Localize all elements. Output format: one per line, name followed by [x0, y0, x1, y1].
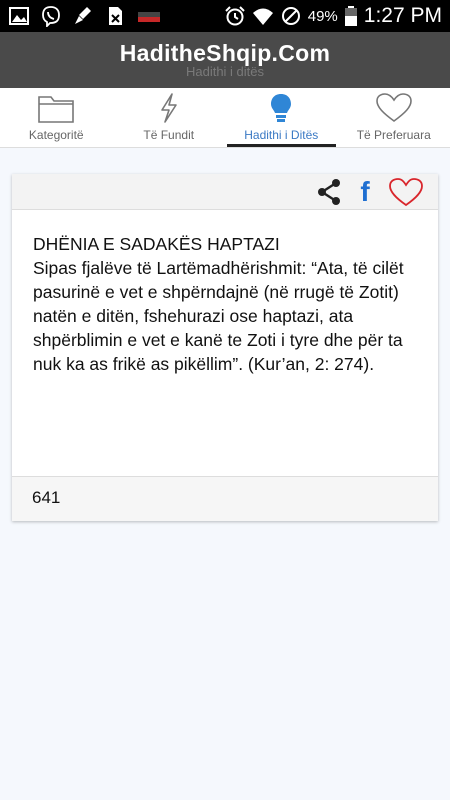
app-title: HaditheShqip.Com [119, 40, 331, 66]
tab-te-fundit[interactable]: Të Fundit [113, 88, 226, 147]
tab-label: Hadithi i Ditës [244, 128, 319, 142]
card-actions: f [316, 177, 424, 207]
share-icon[interactable] [316, 178, 342, 206]
tab-label: Të Fundit [143, 128, 195, 142]
status-bar: 49% 1:27 PM [0, 0, 450, 32]
blocked-icon [281, 7, 300, 25]
tab-label: Të Preferuara [356, 128, 431, 142]
clock: 1:27 PM [363, 4, 442, 27]
hadith-text: Sipas fjalëve të Lartëmadhërishmit: “Ata… [33, 258, 404, 374]
tab-bar: Kategoritë Të Fundit Hadithi i Ditës Të … [0, 88, 450, 148]
hadith-title: DHËNIA E SADAKËS HAPTAZI [33, 234, 280, 254]
tab-hadithi-i-dites[interactable]: Hadithi i Ditës [225, 88, 338, 147]
folder-icon [38, 96, 75, 123]
card-body: DHËNIA E SADAKËS HAPTAZI Sipas fjalëve t… [12, 210, 438, 476]
heart-icon[interactable] [388, 177, 424, 207]
lightning-icon [160, 93, 177, 123]
status-right: 49% 1:27 PM [224, 4, 442, 28]
alarm-icon [225, 6, 245, 26]
cleaner-icon [75, 7, 91, 24]
status-left-icons [8, 5, 162, 27]
sim-icon [109, 7, 122, 25]
wifi-icon [252, 8, 273, 25]
tab-te-preferuara[interactable]: Të Preferuara [338, 88, 450, 147]
facebook-icon[interactable]: f [356, 177, 374, 207]
tab-label: Kategoritë [28, 128, 84, 142]
card-toolbar: f [12, 174, 438, 210]
app-header: HaditheShqip.Com Hadithi i ditës [0, 32, 450, 88]
battery-icon [344, 6, 357, 26]
battery-percent: 49% [307, 7, 338, 25]
tab-kategorite[interactable]: Kategoritë [0, 88, 113, 147]
lightbulb-icon [271, 94, 292, 122]
viber-icon [42, 6, 60, 27]
app-subtitle: Hadithi i ditës [185, 64, 265, 79]
heart-outline-icon [375, 93, 412, 122]
battery-bar-icon [138, 12, 160, 22]
hadith-number: 641 [32, 488, 61, 507]
image-icon [9, 7, 29, 25]
hadith-card: f DHËNIA E SADAKËS HAPTAZI Sipas fjalëve… [12, 174, 438, 521]
card-footer: 641 [12, 476, 438, 521]
